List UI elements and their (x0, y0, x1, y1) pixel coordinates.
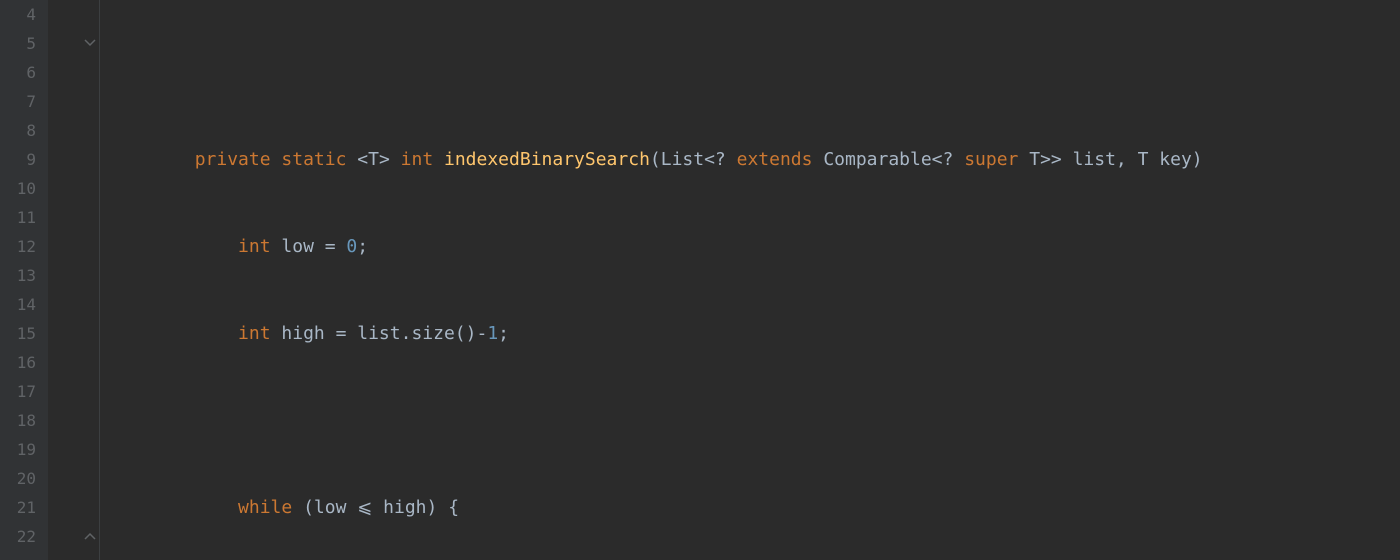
number: 1 (487, 323, 498, 344)
fold-column (48, 0, 100, 560)
code-line: int high = list.size()-1; (108, 319, 1400, 348)
code-text: (List<? (650, 149, 726, 170)
fold-end-icon[interactable] (84, 530, 96, 542)
line-number: 12 (0, 232, 36, 261)
method-name: indexedBinarySearch (444, 149, 650, 170)
code-text: ; (357, 236, 368, 257)
code-text: low = (271, 236, 347, 257)
fold-start-icon[interactable] (84, 37, 96, 49)
line-number: 9 (0, 145, 36, 174)
line-number: 10 (0, 174, 36, 203)
line-number: 22 (0, 522, 36, 551)
keyword: int (401, 149, 434, 170)
line-number: 11 (0, 203, 36, 232)
code-line (108, 406, 1400, 435)
line-number: 13 (0, 261, 36, 290)
code-line: int low = 0; (108, 232, 1400, 261)
code-line (108, 58, 1400, 87)
code-area[interactable]: private static <T> int indexedBinarySear… (100, 0, 1400, 560)
code-text: high = list.size()- (271, 323, 488, 344)
line-number: 21 (0, 493, 36, 522)
line-number: 7 (0, 87, 36, 116)
code-line: while (low ⩽ high) { (108, 493, 1400, 522)
keyword: private (195, 149, 271, 170)
line-number: 8 (0, 116, 36, 145)
line-number: 20 (0, 464, 36, 493)
code-line: private static <T> int indexedBinarySear… (108, 145, 1400, 174)
line-number-gutter: 4 5 6 7 8 9 10 11 12 13 14 15 16 17 18 1… (0, 0, 48, 560)
code-text: Comparable<? (823, 149, 953, 170)
keyword: int (238, 236, 271, 257)
line-number: 14 (0, 290, 36, 319)
code-text: T>> list, T key) (1029, 149, 1213, 170)
code-text: ; (498, 323, 509, 344)
line-number: 17 (0, 377, 36, 406)
keyword: static (281, 149, 346, 170)
line-number: 5 (0, 29, 36, 58)
line-number: 16 (0, 348, 36, 377)
line-number: 15 (0, 319, 36, 348)
number: 0 (346, 236, 357, 257)
keyword: extends (737, 149, 813, 170)
line-number: 18 (0, 406, 36, 435)
keyword: super (964, 149, 1018, 170)
generic: <T> (357, 149, 390, 170)
keyword: while (238, 497, 292, 518)
line-number: 6 (0, 58, 36, 87)
code-text: (low ⩽ high) { (292, 497, 459, 518)
keyword: int (238, 323, 271, 344)
code-editor[interactable]: 4 5 6 7 8 9 10 11 12 13 14 15 16 17 18 1… (0, 0, 1400, 560)
line-number: 19 (0, 435, 36, 464)
line-number: 4 (0, 0, 36, 29)
